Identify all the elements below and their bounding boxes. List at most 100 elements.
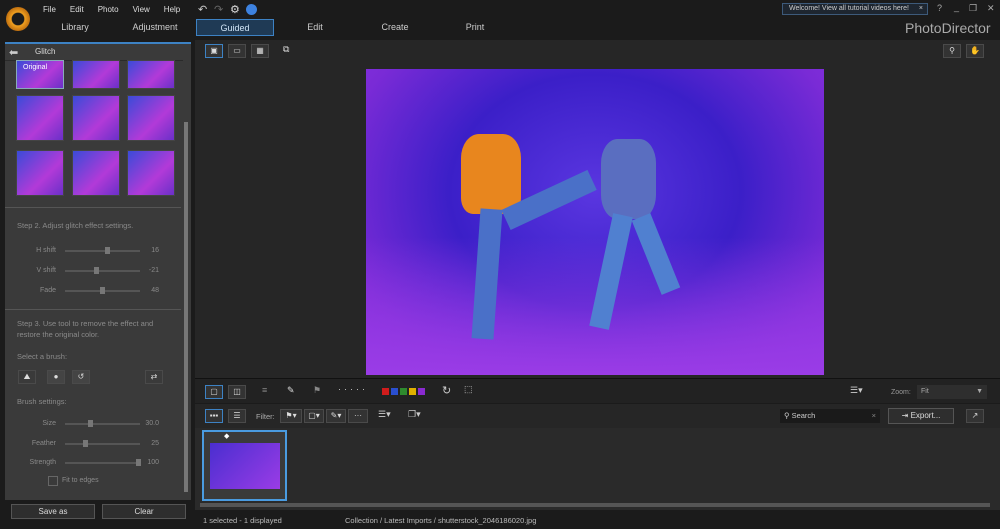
slider-handle[interactable] xyxy=(104,247,110,254)
panel-title: Glitch xyxy=(35,47,56,56)
tab-print[interactable]: Print xyxy=(430,19,520,36)
filmstrip-view-icon[interactable]: ▪▪▪ xyxy=(205,409,223,423)
view-grid-icon[interactable]: ▦ xyxy=(251,44,269,58)
sort-order-icon[interactable]: ☰▾ xyxy=(378,409,391,420)
preset-thumb[interactable] xyxy=(72,60,120,89)
flag-icon[interactable]: ⚑ xyxy=(313,385,321,396)
view-compare-icon[interactable]: ▭ xyxy=(228,44,246,58)
slider-value: 100 xyxy=(147,459,159,466)
settings-icon[interactable]: ⚙ xyxy=(230,3,240,16)
rotate-icon[interactable]: ↻ xyxy=(442,384,451,397)
preset-thumb[interactable] xyxy=(127,150,175,196)
slider-handle[interactable] xyxy=(135,459,141,466)
search-placeholder: Search xyxy=(791,411,816,420)
list-view-icon[interactable]: ☰ xyxy=(228,409,246,423)
slider-label: Size xyxy=(42,420,56,427)
preset-original[interactable]: Original xyxy=(16,60,64,89)
slider[interactable] xyxy=(65,439,140,447)
zoom-select[interactable]: Fit ▼ xyxy=(917,385,987,399)
view-single-icon[interactable]: ▣ xyxy=(205,44,223,58)
menu-view[interactable]: View xyxy=(133,5,150,14)
stack-icon[interactable]: ❐▾ xyxy=(408,409,421,420)
rating-dots[interactable]: ····· xyxy=(338,384,368,394)
menu-photo[interactable]: Photo xyxy=(98,5,119,14)
notification-icon[interactable] xyxy=(246,4,257,15)
hand-tool-icon[interactable]: ✋ xyxy=(966,44,984,58)
brush-icon[interactable]: ● xyxy=(47,370,65,384)
slider-handle[interactable] xyxy=(83,439,88,447)
color-label-swatch[interactable] xyxy=(409,388,416,395)
compare-view-icon[interactable]: ◫ xyxy=(228,385,246,399)
menu-file[interactable]: File xyxy=(43,5,56,14)
menu-bar: File Edit Photo View Help xyxy=(43,5,194,14)
zoom-label: Zoom: xyxy=(891,389,911,396)
slider-handle[interactable] xyxy=(88,420,94,427)
menu-help[interactable]: Help xyxy=(164,5,180,14)
preset-thumb[interactable] xyxy=(72,150,120,196)
filter-edit-icon[interactable]: ✎▾ xyxy=(326,409,346,423)
zoom-value: Fit xyxy=(921,388,929,395)
slider[interactable] xyxy=(65,267,140,274)
edit-pen-icon[interactable]: ✎ xyxy=(287,385,295,396)
save-as-button[interactable]: Save as xyxy=(11,504,95,519)
preset-thumb[interactable] xyxy=(127,95,175,141)
color-label-swatch[interactable] xyxy=(382,388,389,395)
search-icon: ⚲ xyxy=(784,411,792,420)
filter-flag-icon[interactable]: ⚑▾ xyxy=(280,409,302,423)
back-button[interactable]: ⬅ xyxy=(9,46,18,59)
filmstrip-thumbnail[interactable]: ◆ xyxy=(202,430,287,501)
rotate-list-icon[interactable]: ≡ xyxy=(262,385,267,395)
panel-scrollbar[interactable] xyxy=(184,122,188,492)
help-icon[interactable]: ? xyxy=(937,3,942,13)
undo-icon[interactable]: ↶ xyxy=(198,3,207,16)
color-label-swatch[interactable] xyxy=(391,388,398,395)
preset-thumb[interactable] xyxy=(72,95,120,141)
welcome-tooltip[interactable]: Welcome! View all tutorial videos here! × xyxy=(782,3,928,15)
tab-guided[interactable]: Guided xyxy=(196,19,274,36)
slider-value: -21 xyxy=(148,267,159,274)
select-brush-label: Select a brush: xyxy=(17,352,68,361)
preset-thumb[interactable] xyxy=(16,95,64,141)
tab-create[interactable]: Create xyxy=(350,19,440,36)
tab-library[interactable]: Library xyxy=(30,19,120,36)
slider[interactable] xyxy=(65,287,140,294)
filter-rating-icon[interactable]: ··· xyxy=(348,409,368,423)
preset-thumb[interactable] xyxy=(16,150,64,196)
crop-icon[interactable]: ⬚ xyxy=(464,384,473,395)
slider-handle[interactable] xyxy=(93,267,99,274)
color-label-swatch[interactable] xyxy=(400,388,407,395)
preset-thumb[interactable] xyxy=(127,60,175,89)
auto-brush-icon[interactable]: ⛰ xyxy=(18,370,36,384)
zoom-tool-icon[interactable]: ⚲ xyxy=(943,44,961,58)
minimize-icon[interactable]: _ xyxy=(954,2,959,12)
close-icon[interactable]: × xyxy=(919,4,923,14)
menu-edit[interactable]: Edit xyxy=(70,5,84,14)
fit-to-edges-checkbox[interactable] xyxy=(48,476,58,486)
filmstrip-scrollbar[interactable] xyxy=(200,503,990,507)
fullscreen-icon[interactable]: ⧉ xyxy=(283,44,289,55)
external-open-icon[interactable]: ↗ xyxy=(966,409,984,423)
slider-label: Feather xyxy=(31,439,56,447)
chevron-down-icon: ▼ xyxy=(976,388,983,395)
slider-value: 48 xyxy=(151,287,159,294)
clear-search-icon[interactable]: × xyxy=(872,409,876,423)
search-input[interactable]: ⚲ Search × xyxy=(780,409,880,423)
slider[interactable] xyxy=(65,420,140,427)
restore-icon[interactable]: ❐ xyxy=(969,3,977,14)
slider-handle[interactable] xyxy=(99,287,105,294)
step3-text: Step 3. Use tool to remove the effect an… xyxy=(17,319,154,339)
close-window-icon[interactable]: ✕ xyxy=(987,3,995,14)
filter-label-icon[interactable]: ▢▾ xyxy=(304,409,324,423)
color-label-swatch[interactable] xyxy=(418,388,425,395)
slider[interactable] xyxy=(65,247,140,254)
tab-edit[interactable]: Edit xyxy=(270,19,360,36)
redo-icon[interactable]: ↷ xyxy=(214,3,223,16)
single-view-icon[interactable]: ▢ xyxy=(205,385,223,399)
sort-icon[interactable]: ☰▾ xyxy=(850,385,863,396)
export-button[interactable]: ⇥ Export... xyxy=(888,408,954,424)
clear-button[interactable]: Clear xyxy=(102,504,186,519)
swap-icon[interactable]: ⇄ xyxy=(145,370,163,384)
tab-adjustment[interactable]: Adjustment xyxy=(110,19,200,36)
slider[interactable] xyxy=(65,459,141,466)
restore-brush-icon[interactable]: ↺ xyxy=(72,370,90,384)
